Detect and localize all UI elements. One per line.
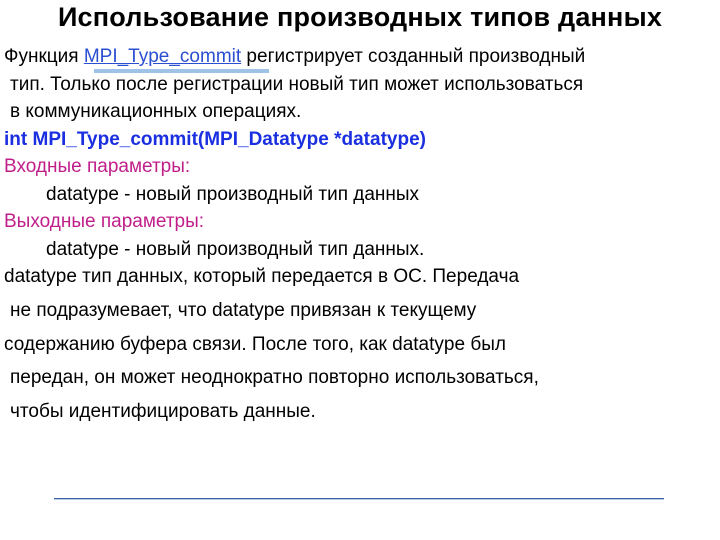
slide-title: Использование производных типов данных: [4, 2, 716, 33]
output-params-label: Выходные параметры:: [4, 208, 716, 236]
desc-line-1: datatype тип данных, который передается …: [4, 263, 716, 291]
mpi-type-commit-link[interactable]: MPI_Type_commit: [84, 46, 241, 67]
input-params-label: Входные параметры:: [4, 153, 716, 181]
intro-pre: Функция: [4, 46, 84, 67]
intro-line-1: Функция MPI_Type_commit регистрирует соз…: [4, 43, 716, 71]
intro-line-2: тип. Только после регистрации новый тип …: [4, 71, 716, 99]
input-param-datatype: datatype - новый производный тип данных: [4, 181, 716, 209]
output-param-datatype: datatype - новый производный тип данных.: [4, 236, 716, 264]
desc-line-2: не подразумевает, что datatype привязан …: [4, 297, 716, 325]
desc-line-3: содержанию буфера связи. После того, как…: [4, 331, 716, 359]
footer-divider: [54, 498, 664, 500]
intro-line-3: в коммуникационных операциях.: [4, 98, 716, 126]
desc-line-4: передан, он может неоднократно повторно …: [4, 364, 716, 392]
slide-body: Функция MPI_Type_commit регистрирует соз…: [4, 43, 716, 425]
intro-post: регистрирует созданный производный: [241, 46, 585, 67]
slide: Использование производных типов данных Ф…: [0, 2, 720, 540]
function-prototype: int MPI_Type_commit(MPI_Datatype *dataty…: [4, 126, 716, 154]
desc-line-5: чтобы идентифицировать данные.: [4, 398, 716, 426]
